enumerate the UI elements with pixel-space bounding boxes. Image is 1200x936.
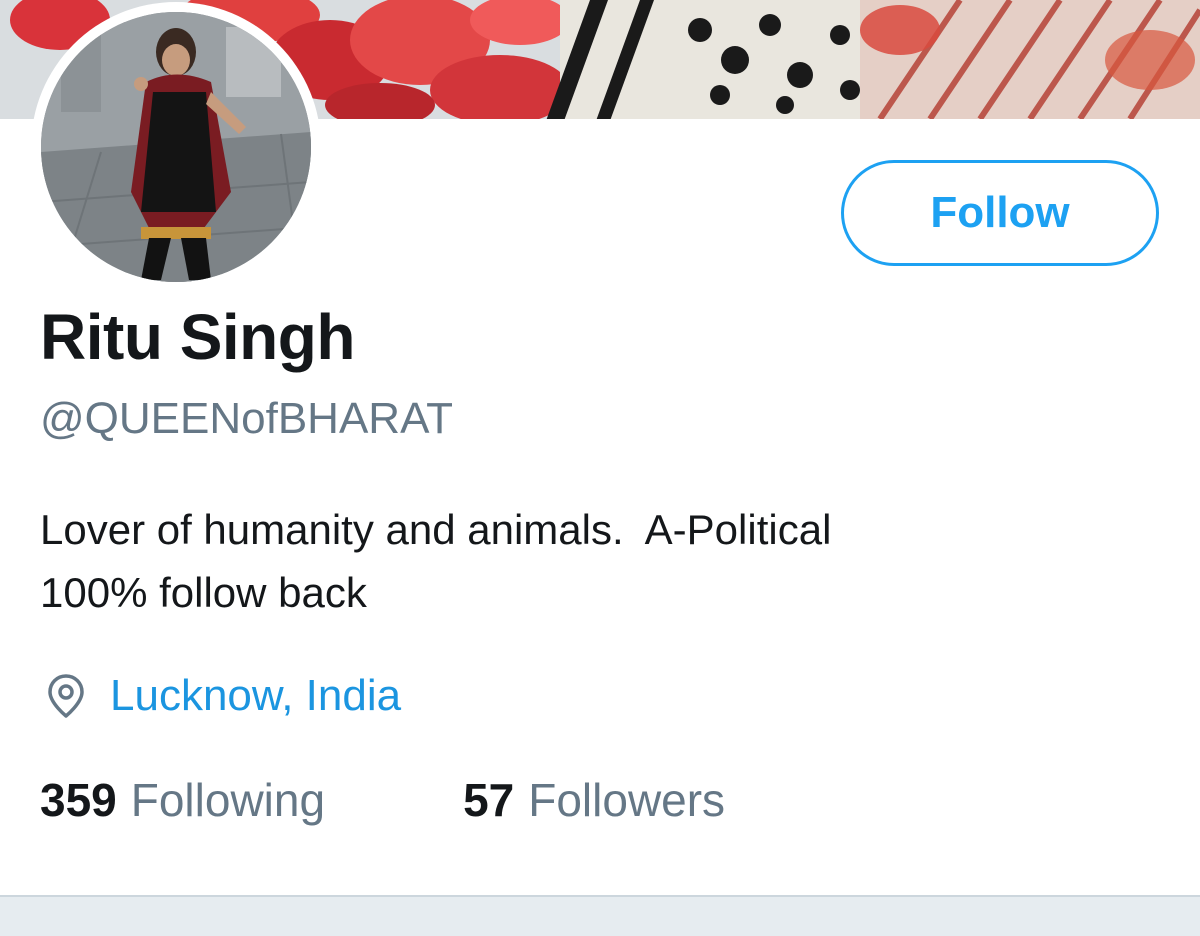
following-count: 359	[40, 774, 117, 826]
profile-location: Lucknow, India	[44, 668, 401, 724]
profile-avatar[interactable]	[31, 2, 321, 292]
avatar-photo	[41, 12, 311, 282]
location-pin-icon	[48, 674, 84, 718]
location-link[interactable]: Lucknow, India	[110, 671, 401, 721]
profile-handle: @QUEENofBHARAT	[40, 394, 454, 443]
section-divider	[0, 895, 1200, 936]
followers-stat[interactable]: 57 Followers	[463, 773, 725, 827]
following-stat[interactable]: 359 Following	[40, 773, 325, 827]
profile-bio: Lover of humanity and animals. A-Politic…	[40, 498, 1140, 624]
following-label: Following	[130, 774, 326, 826]
followers-count: 57	[463, 774, 515, 826]
display-name: Ritu Singh	[40, 301, 355, 373]
profile-stats: 359 Following 57 Followers	[40, 770, 725, 830]
followers-label: Followers	[528, 774, 726, 826]
bio-line: 100% follow back	[40, 569, 367, 616]
follow-button[interactable]: Follow	[841, 160, 1159, 266]
avatar-image	[41, 12, 311, 282]
bio-line: Lover of humanity and animals. A-Politic…	[40, 506, 832, 553]
